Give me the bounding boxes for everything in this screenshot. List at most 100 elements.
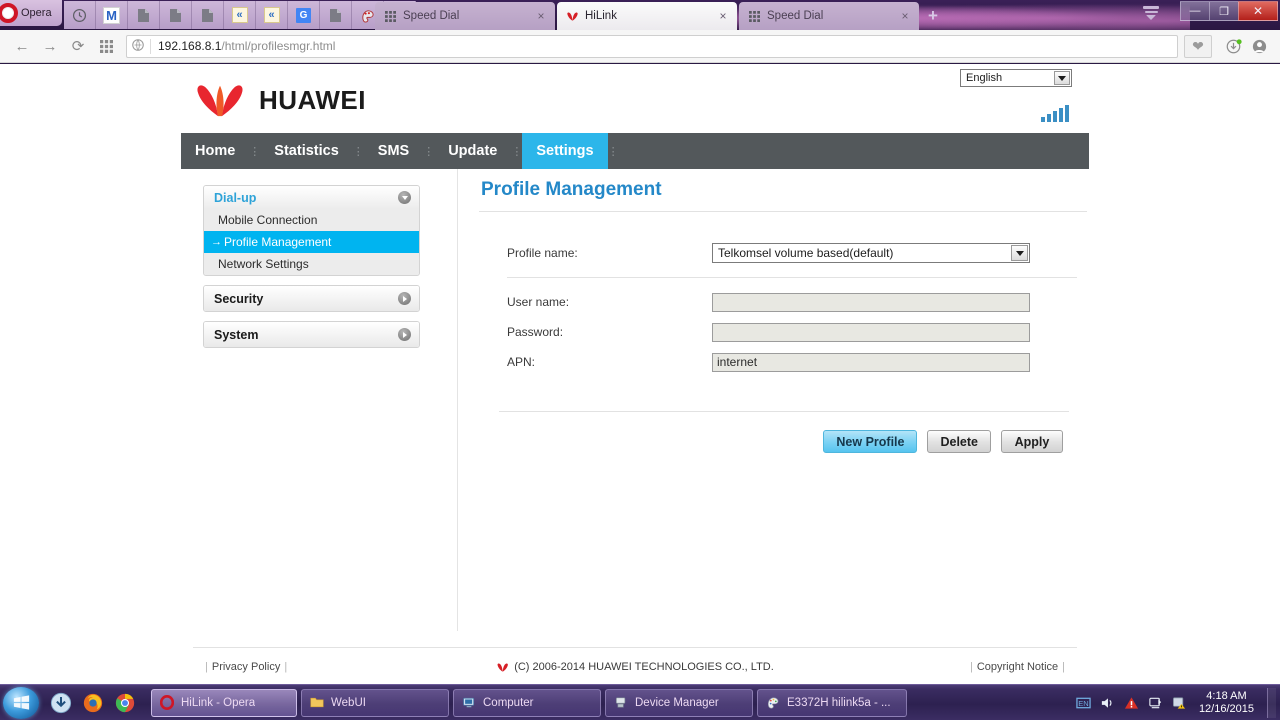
profile-name-label: Profile name: (507, 246, 578, 260)
show-desktop-button[interactable] (1267, 687, 1276, 718)
close-window-icon[interactable]: ✕ (1238, 1, 1278, 21)
sidebar-group-header-security[interactable]: Security (204, 286, 419, 311)
taskbar-button-hilink-opera[interactable]: HiLink - Opera (151, 688, 297, 717)
close-icon[interactable]: × (717, 9, 729, 23)
prev-icon[interactable]: « (224, 1, 256, 29)
account-icon[interactable] (1246, 33, 1272, 59)
opera-icon (160, 694, 174, 711)
language-bar-icon[interactable]: EN (1075, 694, 1092, 711)
svg-text:EN: EN (1078, 698, 1088, 707)
user-name-input[interactable] (712, 292, 1030, 312)
document-icon[interactable] (192, 1, 224, 29)
browser-tab-active[interactable]: HiLink × (557, 2, 737, 30)
huawei-icon (497, 662, 508, 672)
nav-divider: ⋮ (423, 145, 435, 158)
sidebar-group-header-dialup[interactable]: Dial-up (204, 186, 419, 209)
new-tab-button[interactable]: + (925, 7, 941, 24)
taskbar-button-label: Computer (483, 696, 534, 709)
content-divider (457, 169, 458, 631)
taskbar-button-computer[interactable]: Computer (453, 688, 601, 717)
action-center-warning-icon[interactable] (1123, 694, 1140, 711)
form-divider (507, 277, 1077, 278)
sidebar-item-profile-management[interactable]: Profile Management (204, 231, 419, 253)
network-icon[interactable] (1147, 694, 1164, 711)
signal-bars-icon (1041, 104, 1069, 122)
firefox-icon[interactable] (81, 691, 105, 715)
sidebar-group-label: System (214, 327, 259, 342)
chrome-icon[interactable] (113, 691, 137, 715)
downloads-icon[interactable] (1220, 33, 1246, 59)
copyright-notice-link[interactable]: Copyright Notice (977, 661, 1058, 673)
folder-icon (310, 696, 324, 710)
password-input[interactable] (712, 322, 1030, 342)
page-info-icon[interactable] (131, 38, 145, 55)
sidebar-group-header-system[interactable]: System (204, 322, 419, 347)
gmail-icon[interactable]: M (96, 1, 128, 29)
google-translate-icon[interactable]: G (288, 1, 320, 29)
footer-pipe: | (205, 660, 208, 673)
webui-body: Dial-up Mobile Connection Profile Manage… (181, 169, 1089, 647)
chevron-right-icon[interactable] (398, 328, 411, 341)
privacy-policy-link[interactable]: Privacy Policy (212, 661, 280, 673)
heart-icon[interactable]: ❤ (1184, 34, 1212, 58)
paint-icon (766, 696, 780, 710)
back-icon[interactable]: ← (8, 33, 36, 59)
chevron-right-icon[interactable] (398, 292, 411, 305)
nav-divider: ⋮ (511, 145, 523, 158)
taskbar-button-webui[interactable]: WebUI (301, 688, 449, 717)
nav-divider: ⋮ (352, 145, 364, 158)
prev-icon[interactable]: « (256, 1, 288, 29)
browser-tab-title: Speed Dial (403, 10, 460, 22)
sidebar-item-mobile-connection[interactable]: Mobile Connection (204, 209, 419, 231)
start-orb-icon[interactable] (3, 686, 39, 719)
chevron-down-icon[interactable] (1011, 245, 1028, 261)
page-title: Profile Management (481, 179, 662, 200)
clock-icon[interactable] (64, 1, 96, 29)
url-path: /html/profilesmgr.html (221, 39, 336, 53)
profile-name-select[interactable]: Telkomsel volume based(default) (712, 243, 1030, 263)
close-icon[interactable]: × (899, 9, 911, 23)
footer-left: | Privacy Policy | (201, 661, 291, 673)
opera-menu-label: Opera (21, 7, 52, 19)
taskbar-clock[interactable]: 4:18 AM 12/16/2015 (1199, 690, 1254, 716)
profile-name-value: Telkomsel volume based(default) (718, 246, 894, 260)
taskbar-button-e3372h[interactable]: E3372H hilink5a - ... (757, 688, 907, 717)
browser-menu-icon[interactable] (1142, 6, 1160, 24)
nav-item-sms[interactable]: SMS (364, 133, 423, 169)
document-icon[interactable] (160, 1, 192, 29)
apply-button[interactable]: Apply (1001, 430, 1063, 453)
taskbar-button-device-manager[interactable]: Device Manager (605, 688, 753, 717)
opera-menu-button[interactable]: Opera (0, 0, 62, 26)
huawei-logo: HUAWEI (193, 82, 366, 118)
speed-dial-icon[interactable] (92, 33, 120, 59)
new-profile-button[interactable]: New Profile (823, 430, 918, 453)
chevron-down-icon[interactable] (398, 191, 411, 204)
nav-item-home[interactable]: Home (181, 133, 249, 169)
flag-warning-icon[interactable] (1171, 694, 1188, 711)
sidebar-item-network-settings[interactable]: Network Settings (204, 253, 419, 275)
maximize-icon[interactable]: ❐ (1209, 1, 1238, 21)
nav-item-statistics[interactable]: Statistics (260, 133, 352, 169)
reload-icon[interactable]: ⟳ (64, 33, 92, 59)
browser-tab[interactable]: Speed Dial × (739, 2, 919, 30)
nav-item-settings[interactable]: Settings (522, 133, 608, 169)
document-icon[interactable] (320, 1, 352, 29)
close-icon[interactable]: × (535, 9, 547, 23)
nav-item-update[interactable]: Update (434, 133, 511, 169)
opera-logo-icon (0, 3, 18, 23)
volume-icon[interactable] (1099, 694, 1116, 711)
page-viewport: English HUAWEI Home ⋮ Statistics ⋮ SMS ⋮… (0, 64, 1280, 684)
chevron-down-icon[interactable] (1054, 71, 1070, 85)
sidebar-group-security: Security (203, 285, 420, 312)
taskbar-button-label: HiLink - Opera (181, 696, 256, 709)
forward-icon[interactable]: → (36, 33, 64, 59)
apn-input[interactable]: internet (712, 352, 1030, 372)
document-icon[interactable] (128, 1, 160, 29)
url-input[interactable]: 192.168.8.1/html/profilesmgr.html (126, 34, 1178, 58)
download-manager-icon[interactable] (49, 691, 73, 715)
minimize-icon[interactable]: — (1180, 1, 1209, 21)
language-select[interactable]: English (960, 69, 1072, 87)
delete-button[interactable]: Delete (927, 430, 991, 453)
browser-tab[interactable]: Speed Dial × (375, 2, 555, 30)
form-row-user-name: User name: (507, 287, 1087, 317)
